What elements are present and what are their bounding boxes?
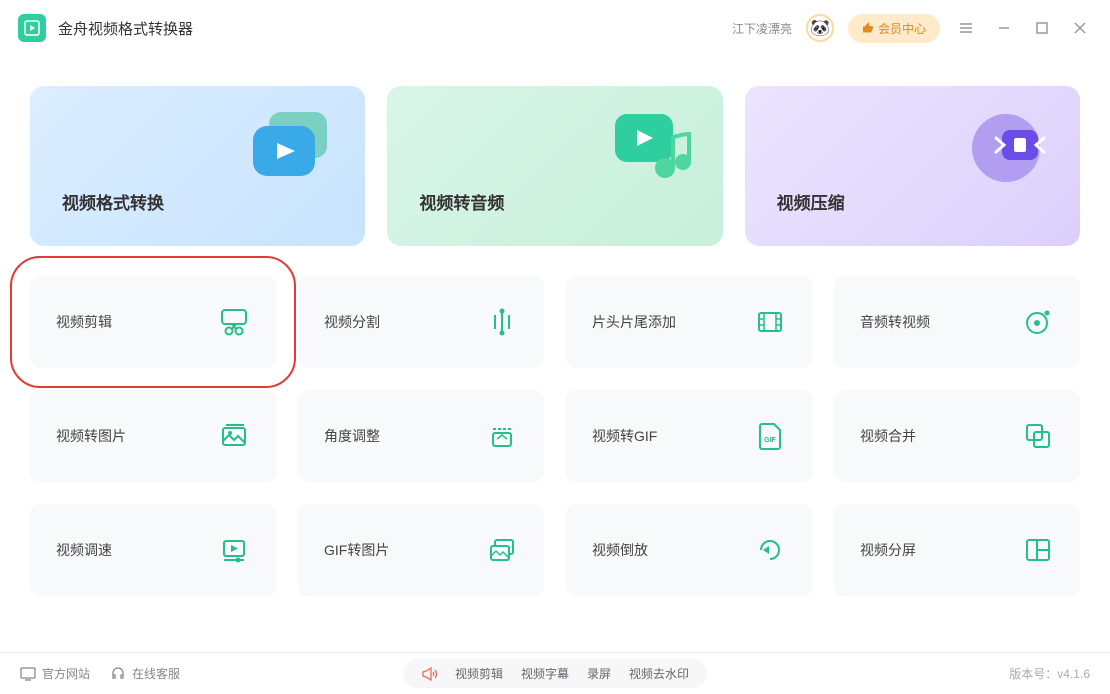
main-area: 视频格式转换 视频转音频 视频压缩 视频剪辑 视频分割 片头 — [0, 56, 1110, 606]
scissors-icon — [218, 306, 250, 338]
tool-grid: 视频剪辑 视频分割 片头片尾添加 音频转视频 视频转图片 角度调整 视频转GIF… — [30, 276, 1080, 596]
tool-head-tail[interactable]: 片头片尾添加 — [566, 276, 812, 368]
speed-icon — [218, 534, 250, 566]
close-button[interactable] — [1068, 16, 1092, 40]
gif-file-icon: GIF — [754, 420, 786, 452]
tool-video-speed[interactable]: 视频调速 — [30, 504, 276, 596]
quick-link-watermark[interactable]: 视频去水印 — [629, 665, 689, 682]
megaphone-icon — [421, 667, 437, 681]
image-stack-icon — [486, 534, 518, 566]
image-icon — [218, 420, 250, 452]
hero-video-to-audio[interactable]: 视频转音频 — [387, 86, 722, 246]
hero-video-convert[interactable]: 视频格式转换 — [30, 86, 365, 246]
tool-gif-to-image[interactable]: GIF转图片 — [298, 504, 544, 596]
hero-row: 视频格式转换 视频转音频 视频压缩 — [30, 86, 1080, 246]
titlebar: 金舟视频格式转换器 江下凌漂亮 🐼 会员中心 — [0, 0, 1110, 56]
split-icon — [486, 306, 518, 338]
music-play-icon — [605, 108, 695, 191]
app-title: 金舟视频格式转换器 — [58, 18, 193, 39]
monitor-icon — [20, 667, 36, 681]
footer: 官方网站 在线客服 视频剪辑 视频字幕 录屏 视频去水印 版本号：v4.1.6 — [0, 652, 1110, 694]
app-logo — [18, 14, 46, 42]
merge-icon — [1022, 420, 1054, 452]
tool-video-split[interactable]: 视频分割 — [298, 276, 544, 368]
hero-video-compress[interactable]: 视频压缩 — [745, 86, 1080, 246]
quick-link-edit[interactable]: 视频剪辑 — [455, 665, 503, 682]
maximize-button[interactable] — [1030, 16, 1054, 40]
version-label: 版本号：v4.1.6 — [1009, 665, 1090, 682]
quick-link-subtitle[interactable]: 视频字幕 — [521, 665, 569, 682]
tool-video-edit[interactable]: 视频剪辑 — [30, 276, 276, 368]
username[interactable]: 江下凌漂亮 — [732, 20, 792, 37]
tool-audio-to-video[interactable]: 音频转视频 — [834, 276, 1080, 368]
disc-icon — [1022, 306, 1054, 338]
tool-video-merge[interactable]: 视频合并 — [834, 390, 1080, 482]
headset-icon — [110, 666, 126, 682]
play-stack-icon — [247, 108, 337, 189]
reverse-icon — [754, 534, 786, 566]
thumbs-up-icon — [862, 22, 874, 34]
vip-button[interactable]: 会员中心 — [848, 14, 940, 43]
official-site-link[interactable]: 官方网站 — [20, 665, 90, 682]
tool-angle-adjust[interactable]: 角度调整 — [298, 390, 544, 482]
footer-quick-links: 视频剪辑 视频字幕 录屏 视频去水印 — [403, 659, 707, 688]
compress-icon — [966, 108, 1052, 191]
svg-text:GIF: GIF — [764, 437, 776, 444]
tool-video-splitscreen[interactable]: 视频分屏 — [834, 504, 1080, 596]
rotate-icon — [486, 420, 518, 452]
film-icon — [754, 306, 786, 338]
tool-video-to-gif[interactable]: 视频转GIF GIF — [566, 390, 812, 482]
layout-icon — [1022, 534, 1054, 566]
tool-video-reverse[interactable]: 视频倒放 — [566, 504, 812, 596]
customer-service-link[interactable]: 在线客服 — [110, 665, 180, 682]
menu-button[interactable] — [954, 16, 978, 40]
quick-link-record[interactable]: 录屏 — [587, 665, 611, 682]
minimize-button[interactable] — [992, 16, 1016, 40]
tool-video-to-image[interactable]: 视频转图片 — [30, 390, 276, 482]
avatar[interactable]: 🐼 — [806, 14, 834, 42]
